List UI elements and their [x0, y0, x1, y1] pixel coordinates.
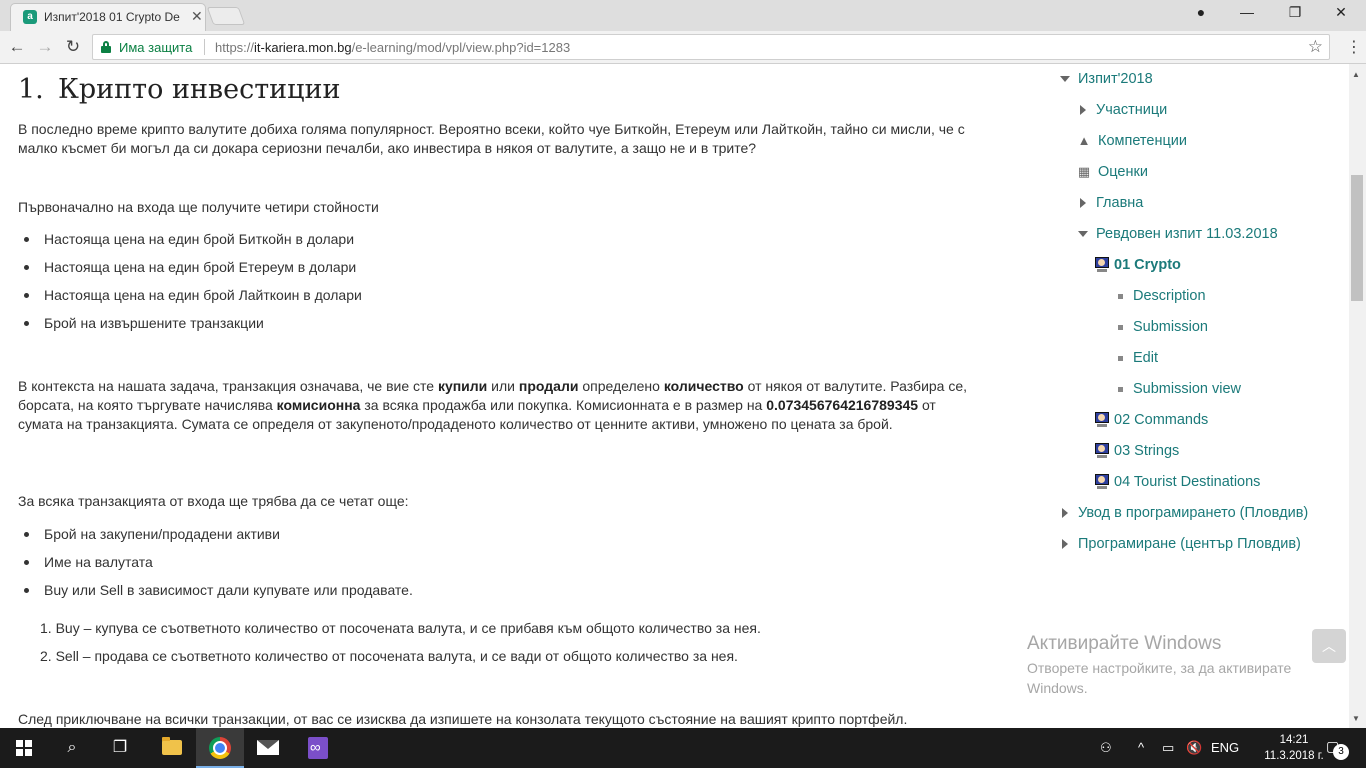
bullet-icon: [1118, 386, 1123, 392]
nav-current-task[interactable]: 01 Crypto: [1094, 255, 1181, 275]
tab-title: Изпит'2018 01 Crypto Dе: [44, 10, 180, 24]
search-icon[interactable]: ⌕: [48, 728, 96, 768]
page-title: 1. Крипто инвестиции: [18, 74, 341, 105]
bullet-icon: [1118, 355, 1123, 361]
nav-competencies[interactable]: ▲ Компетенции: [1076, 131, 1187, 151]
vpl-icon: [1094, 412, 1110, 428]
activate-windows-watermark: Активирайте Windows Отворете настройките…: [1027, 633, 1327, 698]
window-close-button[interactable]: ✕: [1326, 4, 1356, 21]
bullet-icon: [1118, 293, 1123, 299]
vpl-icon: [1094, 443, 1110, 459]
page-scrollbar[interactable]: ▲ ▼: [1349, 64, 1366, 728]
clock[interactable]: 14:21 11.3.2018 г.: [1262, 732, 1326, 764]
chrome-icon[interactable]: [196, 728, 244, 768]
address-bar[interactable]: Има защита https://it-kariera.mon.bg/e-l…: [92, 34, 1330, 60]
list-item: Настояща цена на един брой Биткойн в дол…: [24, 230, 362, 258]
secure-label[interactable]: Има защита: [119, 40, 192, 55]
notification-badge: 3: [1333, 744, 1349, 760]
article-content: 1. Крипто инвестиции В последно време кри…: [18, 64, 1008, 728]
intro-paragraph: В последно време крипто валутите добиха …: [18, 121, 965, 156]
new-tab-button[interactable]: [206, 7, 246, 25]
taskbar: ⌕ ❐ ⚇ ^ ▭ 🔇 ENG 14:2111.3.2018 г. ▢3: [0, 728, 1366, 768]
vpl-icon: [1094, 257, 1110, 273]
per-transaction-intro: За всяка транзакцията от входа ще трябва…: [18, 493, 409, 509]
operation-list: 1. Buy – купува се съответното количеств…: [40, 619, 761, 675]
tab-close-icon[interactable]: ✕: [191, 8, 203, 25]
expanded-icon: [1078, 231, 1088, 238]
visual-studio-icon[interactable]: [294, 728, 342, 768]
maximize-button[interactable]: ❐: [1280, 4, 1310, 21]
bookmark-star-icon[interactable]: ☆: [1308, 37, 1323, 57]
language-indicator[interactable]: ENG: [1211, 728, 1239, 768]
browser-toolbar: ← → ↻ Има защита https://it-kariera.mon.…: [0, 31, 1366, 64]
back-to-top-button[interactable]: ︿: [1312, 629, 1346, 663]
people-icon[interactable]: ⚇: [1100, 728, 1112, 768]
competencies-icon: ▲: [1077, 133, 1091, 148]
show-hidden-icons[interactable]: ^: [1138, 728, 1144, 768]
list-item: Buy или Sell в зависимост дали купувате …: [24, 581, 413, 609]
course-navigation: Изпит'2018 Участници ▲ Компетенции ▦ Оценк…: [1056, 64, 1346, 728]
forward-button[interactable]: →: [34, 37, 56, 57]
file-explorer-icon[interactable]: [148, 728, 196, 768]
network-icon[interactable]: ▭: [1162, 728, 1174, 768]
site-favicon-icon: a: [23, 10, 37, 24]
vpl-icon: [1094, 474, 1110, 490]
lock-icon: [101, 41, 111, 53]
browser-menu-icon[interactable]: ⋮: [1346, 37, 1362, 57]
nav-grades[interactable]: ▦ Оценки: [1076, 162, 1148, 182]
nav-course-root[interactable]: Изпит'2018: [1060, 69, 1153, 89]
mail-icon[interactable]: [244, 728, 292, 768]
collapsed-icon: [1080, 198, 1086, 209]
task-view-icon[interactable]: ❐: [96, 728, 144, 768]
nav-exam[interactable]: Ревдовен изпит 11.03.2018: [1078, 224, 1278, 244]
list-item: Настояща цена на един брой Лайткоин в до…: [24, 286, 362, 314]
nav-task-commands[interactable]: 02 Commands: [1094, 410, 1208, 430]
nav-task-tourist[interactable]: 04 Tourist Destinations: [1094, 472, 1260, 492]
input-list: Настояща цена на един брой Биткойн в дол…: [24, 230, 362, 342]
nav-submission-view[interactable]: Submission view: [1118, 379, 1241, 399]
collapsed-icon: [1080, 105, 1086, 116]
collapsed-icon: [1062, 508, 1068, 519]
reload-button[interactable]: ↻: [62, 37, 84, 57]
per-transaction-list: Брой на закупени/продадени активи Име на…: [24, 525, 413, 609]
scroll-up-icon[interactable]: ▲: [1352, 70, 1360, 79]
list-item: 1. Buy – купува се съответното количеств…: [40, 620, 761, 636]
nav-main[interactable]: Главна: [1080, 193, 1143, 213]
nav-participants[interactable]: Участници: [1080, 100, 1167, 120]
list-item: Брой на извършените транзакции: [24, 314, 362, 342]
tab-strip: a Изпит'2018 01 Crypto Dе ✕ ● — ❐ ✕: [0, 0, 1366, 31]
nav-course-programming[interactable]: Програмиране (център Пловдив): [1062, 534, 1301, 554]
watermark-line: Отворете настройките, за да активирате Wi…: [1027, 660, 1292, 696]
nav-description[interactable]: Description: [1118, 286, 1206, 306]
windows-logo-icon: [16, 740, 32, 756]
back-button[interactable]: ←: [6, 37, 28, 57]
outro-paragraph: След приключване на всички транзакции, о…: [18, 711, 908, 727]
nav-submission[interactable]: Submission: [1118, 317, 1208, 337]
scroll-down-icon[interactable]: ▼: [1352, 714, 1360, 723]
divider: [204, 39, 205, 55]
nav-task-strings[interactable]: 03 Strings: [1094, 441, 1179, 461]
action-center-icon[interactable]: ▢ 3: [1326, 738, 1349, 760]
input-intro: Първоначално на входа ще получите четири…: [18, 199, 379, 215]
minimize-button[interactable]: —: [1232, 4, 1262, 20]
profile-icon[interactable]: ●: [1186, 4, 1216, 20]
list-item: Брой на закупени/продадени активи: [24, 525, 413, 553]
list-item: Име на валутата: [24, 553, 413, 581]
context-paragraph: В контекста на нашата задача, транзакция…: [18, 378, 968, 432]
browser-tab[interactable]: a Изпит'2018 01 Crypto Dе ✕: [10, 3, 206, 31]
list-item: Настояща цена на един брой Етереум в дол…: [24, 258, 362, 286]
scroll-thumb[interactable]: [1351, 175, 1363, 301]
expanded-icon: [1060, 76, 1070, 83]
nav-course-intro[interactable]: Увод в програмирането (Пловдив): [1062, 503, 1308, 523]
volume-muted-icon[interactable]: 🔇: [1186, 728, 1202, 768]
bullet-icon: [1118, 324, 1123, 330]
collapsed-icon: [1062, 539, 1068, 550]
start-button[interactable]: [0, 728, 48, 768]
url-text[interactable]: https://it-kariera.mon.bg/e-learning/mod…: [215, 40, 570, 55]
nav-edit[interactable]: Edit: [1118, 348, 1158, 368]
list-item: 2. Sell – продава се съответното количес…: [40, 648, 738, 664]
table-icon: ▦: [1077, 164, 1091, 179]
